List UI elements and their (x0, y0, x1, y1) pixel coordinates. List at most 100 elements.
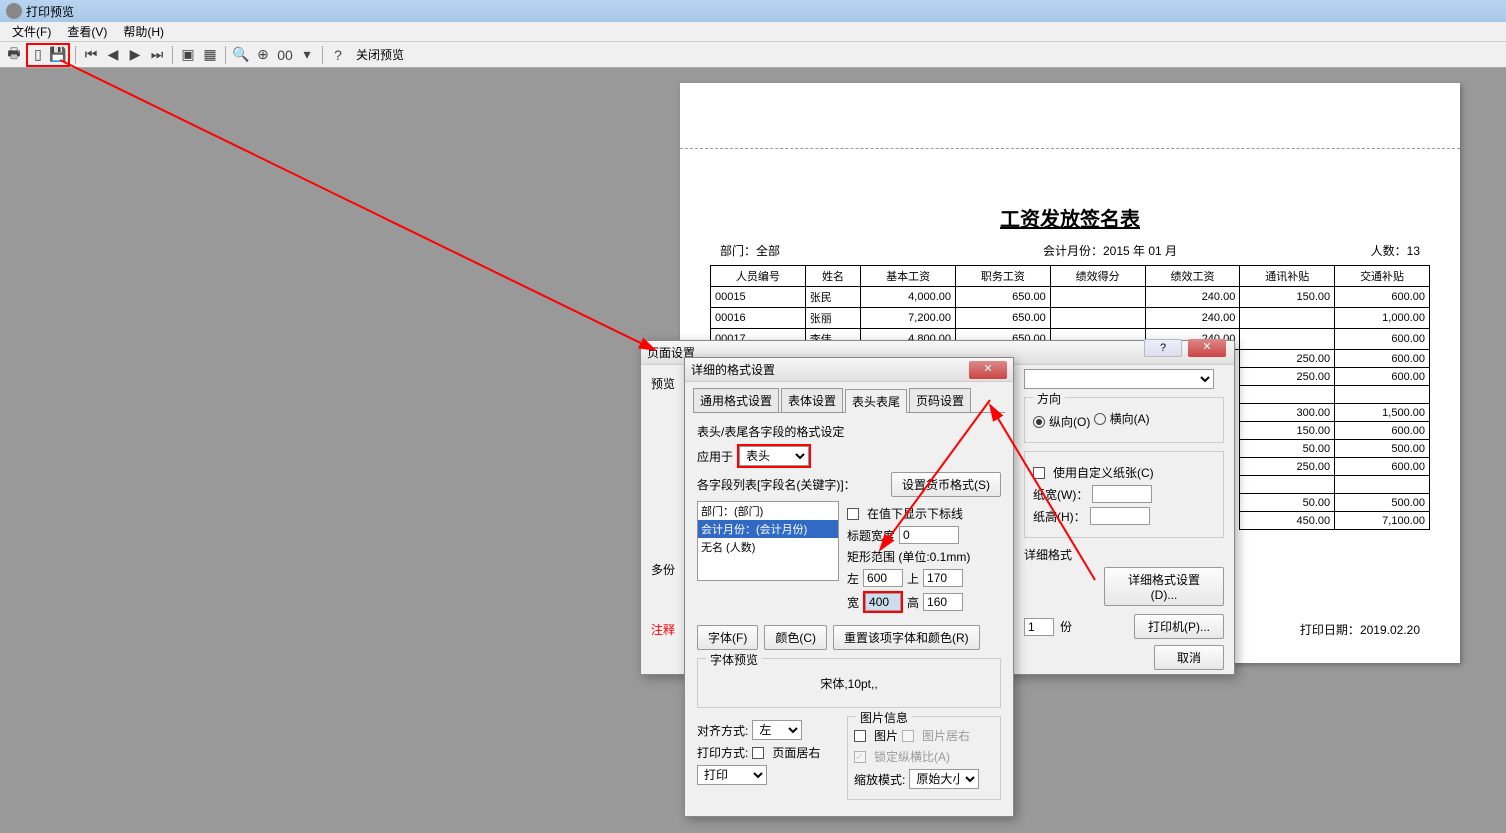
apply-to-select[interactable]: 表头 (739, 446, 809, 466)
zoom-dropdown-icon[interactable]: ▾ (297, 45, 317, 65)
font-button[interactable]: 字体(F) (697, 625, 758, 650)
rect-height-input[interactable] (923, 593, 963, 611)
rect-left-label: 左 (847, 570, 859, 587)
column-header: 基本工资 (861, 266, 956, 287)
zoom-fit-icon[interactable]: 🔍 (231, 45, 251, 65)
rect-left-input[interactable] (863, 569, 903, 587)
help-icon[interactable]: ? (328, 45, 348, 65)
toolbar: 🖶 ▯ 💾 ⏮ ◀ ▶ ⏭ ▣ ▦ 🔍 ⊕ 00 ▾ ? 关闭预览 (0, 42, 1506, 68)
image-right-checkbox (902, 730, 914, 742)
field-item-noname[interactable]: 无名 (人数) (698, 538, 838, 556)
dept-label: 部门： (720, 244, 756, 258)
tab-general[interactable]: 通用格式设置 (693, 388, 779, 412)
menu-file[interactable]: 文件(F) (4, 21, 59, 42)
detail-dialog-title: 详细的格式设置 (691, 361, 775, 378)
currency-format-button[interactable]: 设置货币格式(S) (891, 472, 1001, 497)
close-button[interactable]: ✕ (1188, 339, 1226, 357)
tab-body[interactable]: 表体设置 (781, 388, 843, 412)
rect-height-label: 高 (907, 594, 919, 611)
column-header: 人员编号 (711, 266, 806, 287)
landscape-radio[interactable]: 横向(A) (1094, 410, 1150, 427)
print-select[interactable]: 打印 (697, 765, 767, 785)
close-preview-button[interactable]: 关闭预览 (350, 46, 410, 63)
paper-height-input[interactable] (1090, 507, 1150, 525)
image-group-legend: 图片信息 (856, 709, 912, 726)
first-page-icon[interactable]: ⏮ (81, 45, 101, 65)
rect-width-input[interactable] (865, 593, 901, 611)
app-icon (6, 3, 22, 19)
rect-top-input[interactable] (923, 569, 963, 587)
copies-unit: 份 (1060, 618, 1072, 635)
column-header: 职务工资 (956, 266, 1051, 287)
menu-help[interactable]: 帮助(H) (115, 21, 172, 42)
note-label: 注释 (651, 623, 675, 637)
rect-top-label: 上 (907, 570, 919, 587)
column-header: 绩效得分 (1050, 266, 1145, 287)
direction-legend: 方向 (1033, 390, 1065, 407)
copies-input[interactable] (1024, 618, 1054, 636)
tab-page-num[interactable]: 页码设置 (909, 388, 971, 412)
printer-button[interactable]: 打印机(P)... (1134, 614, 1224, 639)
print-date-value: 2019.02.20 (1360, 623, 1420, 637)
page-center-label: 页面居右 (772, 744, 820, 761)
table-row: 00016张丽7,200.00650.00240.001,000.00 (711, 308, 1430, 329)
field-item-period[interactable]: 会计月份：(会计月份) (698, 520, 838, 538)
is-image-checkbox[interactable] (854, 730, 866, 742)
paper-select[interactable] (1024, 369, 1214, 389)
cancel-button[interactable]: 取消 (1154, 645, 1224, 670)
paper-height-label: 纸高(H)： (1033, 508, 1086, 525)
next-page-icon[interactable]: ▶ (125, 45, 145, 65)
rect-group-label: 矩形范围 (单位:0.1mm) (847, 548, 1001, 565)
page-setup-icon[interactable]: ▯ (28, 45, 48, 65)
custom-paper-label: 使用自定义纸张(C) (1053, 464, 1154, 481)
period-label: 会计月份： (1043, 244, 1103, 258)
field-item-dept[interactable]: 部门：(部门) (698, 502, 838, 520)
apply-to-label: 应用于 (697, 448, 733, 465)
zoom-in-icon[interactable]: ⊕ (253, 45, 273, 65)
menu-view[interactable]: 查看(V) (59, 21, 115, 42)
print-icon[interactable]: 🖶 (4, 45, 24, 65)
count-value: 13 (1407, 244, 1420, 258)
report-title: 工资发放签名表 (710, 203, 1430, 232)
field-list[interactable]: 部门：(部门) 会计月份：(会计月份) 无名 (人数) (697, 501, 839, 581)
rect-width-label: 宽 (847, 594, 859, 611)
preview-group-label: 预览 (651, 377, 675, 391)
reset-font-button[interactable]: 重置该项字体和颜色(R) (833, 625, 980, 650)
detail-tabs: 通用格式设置 表体设置 表头表尾 页码设置 (693, 388, 1005, 413)
nav-grid-icon[interactable]: ▦ (200, 45, 220, 65)
column-header: 姓名 (805, 266, 860, 287)
print-mode-label: 打印方式: (697, 744, 748, 761)
lock-ratio-checkbox (854, 751, 866, 763)
paper-width-input[interactable] (1092, 485, 1152, 503)
detail-close-button[interactable]: ✕ (969, 361, 1007, 379)
detail-format-button[interactable]: 详细格式设置(D)... (1104, 567, 1224, 606)
last-page-icon[interactable]: ⏭ (147, 45, 167, 65)
zoom-mode-select[interactable]: 原始大小 (909, 769, 979, 789)
menubar: 文件(F) 查看(V) 帮助(H) (0, 22, 1506, 42)
detail-format-label: 详细格式 (1024, 548, 1072, 562)
page-center-checkbox[interactable] (752, 747, 764, 759)
prev-page-icon[interactable]: ◀ (103, 45, 123, 65)
nav-up-icon[interactable]: ▣ (178, 45, 198, 65)
count-label: 人数： (1371, 244, 1407, 258)
save-icon[interactable]: 💾 (48, 45, 68, 65)
tab-header-footer[interactable]: 表头表尾 (845, 389, 907, 413)
help-button[interactable]: ? (1144, 339, 1182, 357)
portrait-radio[interactable]: 纵向(O) (1033, 413, 1090, 430)
title-width-label: 标题宽度 (847, 527, 895, 544)
zoom-combo[interactable]: 00 (275, 45, 295, 65)
window-title: 打印预览 (26, 3, 74, 20)
table-row: 00015张民4,000.00650.00240.00150.00600.00 (711, 287, 1430, 308)
underline-checkbox[interactable] (847, 508, 859, 520)
field-list-label: 各字段列表[字段名(关键字)]： (697, 476, 856, 493)
title-width-input[interactable] (899, 526, 959, 544)
custom-paper-checkbox[interactable] (1033, 467, 1045, 479)
zoom-mode-label: 缩放模式: (854, 771, 905, 788)
period-value: 2015 年 01 月 (1103, 244, 1177, 258)
multi-label: 多份 (651, 563, 675, 577)
align-select[interactable]: 左 (752, 720, 802, 740)
detail-format-dialog: 详细的格式设置 ✕ 通用格式设置 表体设置 表头表尾 页码设置 表头/表尾各字段… (684, 357, 1014, 817)
print-date-label: 打印日期： (1300, 623, 1360, 637)
align-label: 对齐方式: (697, 722, 748, 739)
color-button[interactable]: 颜色(C) (764, 625, 827, 650)
